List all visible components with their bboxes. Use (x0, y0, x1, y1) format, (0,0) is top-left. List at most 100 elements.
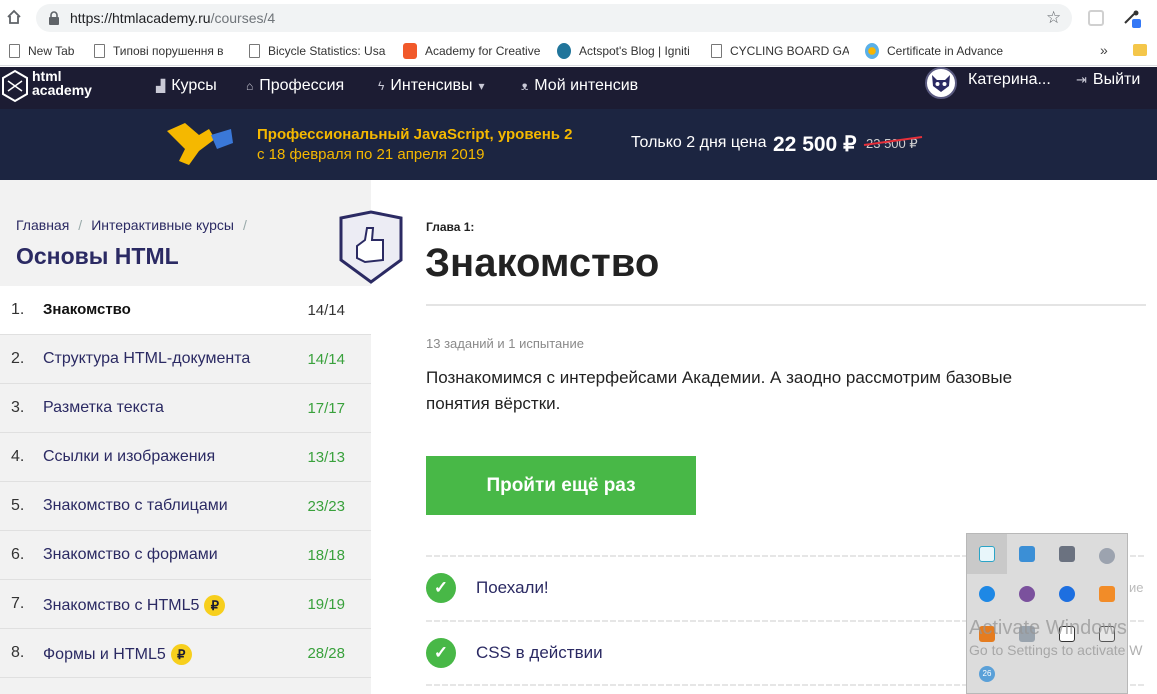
lesson-name: Знакомство с HTML5 ₽ (43, 595, 226, 616)
breadcrumb-separator: / (78, 217, 83, 233)
lesson-number: 6. (11, 546, 25, 563)
nav-intensives[interactable]: ϟ Интенсивы ▾ (378, 72, 485, 100)
page-icon (249, 44, 260, 58)
chapter-label: Глава 1: (426, 220, 475, 234)
bookmark-star-icon[interactable]: ☆ (1046, 9, 1064, 27)
lesson-name: Ссылки и изображения (43, 448, 216, 465)
step-item[interactable]: ✓ CSS в действии (426, 637, 603, 669)
course-title: Основы HTML (16, 243, 179, 269)
promo-title: Профессиональный JavaScript, уровень 2 (257, 126, 573, 143)
home-icon[interactable] (6, 9, 22, 25)
avatar[interactable] (925, 67, 957, 99)
bookmark-item[interactable]: Academy for Creative (403, 42, 541, 60)
lesson-item[interactable]: 5. Знакомство с таблицами 23/23 (0, 482, 371, 531)
bookmark-item[interactable]: CYCLING BOARD GAI (711, 42, 849, 60)
lesson-name: Структура HTML-документа (43, 350, 251, 367)
nav-courses[interactable]: ▟ Курсы (156, 72, 217, 100)
lesson-name: Знакомство с таблицами (43, 497, 228, 514)
thumbs-up-badge-icon (339, 210, 403, 284)
lesson-name: Знакомство с формами (43, 546, 218, 563)
lesson-name: Знакомство (43, 301, 131, 318)
course-sidebar: Главная / Интерактивные курсы / Основы HTML… (0, 180, 403, 694)
step-label: Поехали! (476, 578, 549, 597)
lesson-number: 2. (11, 350, 25, 367)
lightning-icon: ϟ (378, 79, 385, 93)
monitor-app-icon[interactable] (1019, 546, 1035, 562)
page-icon (711, 44, 722, 58)
lock-icon (49, 11, 59, 25)
academy-logo-icon (2, 69, 28, 103)
strike-through (863, 136, 923, 146)
lesson-number: 4. (11, 448, 25, 465)
breadcrumb-courses[interactable]: Интерактивные курсы (91, 217, 234, 233)
site-logo[interactable]: html academy (0, 69, 110, 105)
paid-badge-icon: ₽ (170, 644, 192, 665)
extension-icon[interactable] (1088, 10, 1104, 26)
retake-button[interactable]: Пройти ещё раз (426, 456, 696, 515)
lesson-progress: 18/18 (307, 547, 345, 564)
lesson-list: 1. Знакомство 14/14 2. Структура HTML-до… (0, 286, 371, 678)
activation-watermark: Activate Windows (969, 617, 1127, 639)
browser-toolbar: https://htmlacademy.ru/courses/4 ☆ (0, 0, 1157, 36)
notification-count-icon[interactable]: 26 (979, 666, 995, 682)
folder-icon[interactable] (1133, 44, 1147, 56)
promo-offer: Только 2 дня цена (631, 134, 767, 151)
chapter-description: Познакомимся с интерфейсами Академии. А … (426, 368, 1013, 413)
url-text: https://htmlacademy.ru/courses/4 (70, 10, 276, 26)
logo-text: html academy (32, 68, 92, 98)
lesson-number: 8. (11, 644, 25, 661)
lesson-progress: 14/14 (307, 302, 345, 319)
lesson-item[interactable]: 3. Разметка текста 17/17 (0, 384, 371, 433)
cloud-icon[interactable] (1099, 548, 1115, 564)
bluetooth-icon[interactable] (1059, 586, 1075, 602)
lesson-progress: 19/19 (307, 596, 345, 613)
bookmark-item[interactable]: Типові порушення в (94, 42, 232, 60)
nav-my-intensive[interactable]: ᴥ Мой интенсив (521, 72, 638, 100)
certificate-icon (865, 43, 879, 59)
eyedropper-extension-icon[interactable] (1122, 8, 1144, 30)
update-icon[interactable] (1099, 586, 1115, 602)
lesson-number: 3. (11, 399, 25, 416)
user-name[interactable]: Катерина... (968, 71, 1051, 89)
lesson-number: 5. (11, 497, 25, 514)
address-bar[interactable]: https://htmlacademy.ru/courses/4 ☆ (36, 4, 1072, 32)
bookmarks-bar: New Tab Типові порушення в Bicycle Stati… (0, 36, 1157, 66)
chevron-down-icon: ▾ (478, 79, 485, 93)
lesson-number: 7. (11, 595, 25, 612)
site-header: html academy ▟ Курсы ⌂ Профессия ϟ Интенсив… (0, 67, 1157, 109)
lesson-progress: 23/23 (307, 498, 345, 515)
step-item[interactable]: ✓ Поехали! (426, 572, 549, 604)
promo-banner[interactable]: Профессиональный JavaScript, уровень 2 с… (0, 109, 1157, 180)
lesson-item[interactable]: 1. Знакомство 14/14 (0, 286, 371, 335)
browser-tray-icon[interactable] (979, 586, 995, 602)
laptop-icon[interactable] (1059, 546, 1075, 562)
lesson-number: 1. (11, 301, 25, 318)
lesson-item[interactable]: 7. Знакомство с HTML5 ₽ 19/19 (0, 580, 371, 629)
breadcrumb-separator: / (243, 217, 247, 233)
page-icon (94, 44, 105, 58)
bookmark-new-tab[interactable]: New Tab (9, 42, 74, 60)
logout-button[interactable]: ⇥ Выйти (1076, 71, 1140, 89)
lesson-item[interactable]: 2. Структура HTML-документа 14/14 (0, 335, 371, 384)
bookmark-item[interactable]: Actspot's Blog | Igniti (557, 42, 695, 60)
lesson-progress: 13/13 (307, 449, 345, 466)
raccoon-avatar-icon (932, 75, 950, 92)
feather-app-icon[interactable] (979, 546, 995, 562)
lesson-progress: 17/17 (307, 400, 345, 417)
lesson-item[interactable]: 8. Формы и HTML5 ₽ 28/28 (0, 629, 371, 678)
lesson-progress: 14/14 (307, 351, 345, 368)
chapter-title: Знакомство (425, 241, 660, 285)
check-icon: ✓ (426, 573, 456, 603)
breadcrumb: Главная / Интерактивные курсы / (16, 217, 256, 233)
bookmark-item[interactable]: Certificate in Advance (865, 42, 1003, 60)
lesson-item[interactable]: 6. Знакомство с формами 18/18 (0, 531, 371, 580)
breadcrumb-home[interactable]: Главная (16, 217, 69, 233)
lesson-item[interactable]: 4. Ссылки и изображения 13/13 (0, 433, 371, 482)
viber-icon[interactable] (1019, 586, 1035, 602)
lesson-name: Разметка текста (43, 399, 164, 416)
bookmarks-overflow-button[interactable]: » (1100, 42, 1108, 58)
nav-profession[interactable]: ⌂ Профессия (246, 72, 344, 100)
paid-badge-icon: ₽ (204, 595, 226, 616)
bookmark-item[interactable]: Bicycle Statistics: Usa (249, 42, 387, 60)
activation-watermark-subtitle: Go to Settings to activate W (969, 642, 1143, 658)
